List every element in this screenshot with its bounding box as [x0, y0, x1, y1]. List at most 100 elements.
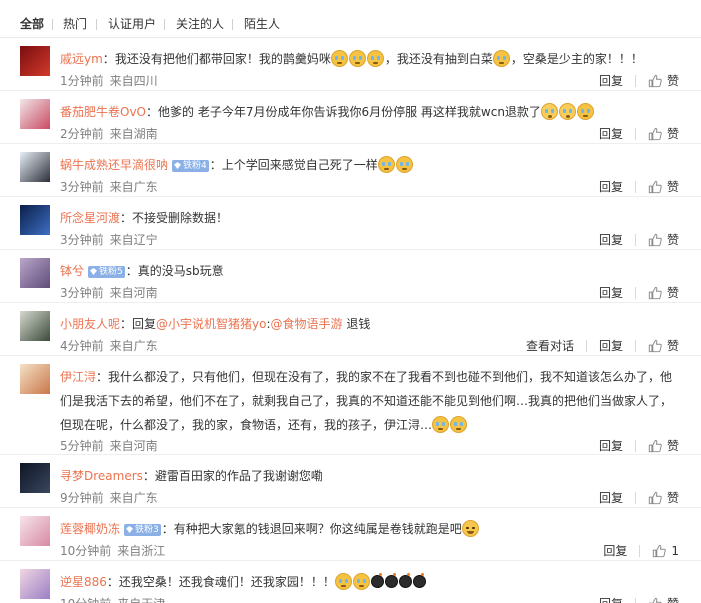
comment-time: 9分钟前	[60, 491, 104, 505]
mention-link[interactable]: @食物语手游	[271, 317, 343, 331]
reply-button[interactable]: 回复	[599, 178, 623, 195]
comment-body: 钵兮 铁粉5 ：真的没马sb玩意	[60, 259, 677, 283]
user-avatar[interactable]	[20, 258, 50, 288]
cry-emoji	[377, 156, 395, 173]
view-conversation-link[interactable]: 查看对话	[526, 337, 574, 354]
reply-button[interactable]: 回复	[599, 437, 623, 454]
like-button[interactable]: 赞	[648, 437, 679, 454]
reply-button[interactable]: 回复	[599, 337, 623, 354]
reply-button[interactable]: 回复	[599, 231, 623, 248]
cry-emoji	[352, 573, 370, 590]
comment-location: 来自河南	[109, 439, 158, 453]
reply-button[interactable]: 回复	[599, 72, 623, 89]
comment-item: 所念星河渡：不接受删除数据！ 3分钟前 来自辽宁 回复赞	[0, 197, 701, 250]
fan-badge[interactable]: 铁粉4	[172, 160, 209, 172]
user-avatar[interactable]	[20, 99, 50, 129]
comment-username[interactable]: 伊江浔	[60, 370, 96, 384]
reply-button[interactable]: 回复	[599, 489, 623, 506]
comment-username[interactable]: 所念星河渡	[60, 211, 120, 225]
comment-meta: 3分钟前 来自辽宁	[60, 231, 158, 248]
like-button[interactable]: 赞	[648, 489, 679, 506]
action-divider	[634, 286, 636, 299]
user-avatar[interactable]	[20, 46, 50, 76]
action-divider	[634, 439, 636, 452]
fan-badge[interactable]: 铁粉3	[124, 524, 161, 536]
tab-hot[interactable]: 热门	[63, 17, 87, 31]
comment-username[interactable]: 钵兮	[60, 264, 84, 278]
comment-username[interactable]: 戚远ym	[60, 52, 103, 66]
reply-button[interactable]: 回复	[599, 595, 623, 603]
cry-emoji	[450, 416, 468, 433]
comment-body: 所念星河渡：不接受删除数据！	[60, 206, 677, 230]
comment-body: 蜗牛成熟还早滴很呐 铁粉4 ：上个学回来感觉自己死了一样	[60, 153, 677, 177]
comment-actions: 回复 1	[603, 542, 679, 559]
cry-emoji	[366, 50, 384, 67]
cry-emoji	[432, 416, 450, 433]
comment-location: 来自辽宁	[109, 233, 158, 247]
shock-emoji	[558, 103, 576, 120]
bomb-emoji	[370, 573, 384, 588]
user-avatar[interactable]	[20, 364, 50, 394]
comment-text: ，空桑是少主的家！！！	[510, 52, 643, 66]
comment-text: 退钱	[342, 317, 371, 331]
reply-prefix: 回复	[132, 317, 157, 331]
reply-button[interactable]: 回复	[603, 542, 627, 559]
comment-meta: 4分钟前 来自广东	[60, 337, 158, 354]
comment-username[interactable]: 逆星886	[60, 575, 107, 589]
comment-time: 2分钟前	[60, 127, 104, 141]
like-button[interactable]: 赞	[648, 337, 679, 354]
tab-all[interactable]: 全部	[20, 17, 44, 31]
like-button[interactable]: 1	[652, 544, 679, 558]
user-avatar[interactable]	[20, 311, 50, 341]
user-avatar[interactable]	[20, 152, 50, 182]
shock-emoji	[540, 103, 558, 120]
comment-item: 钵兮 铁粉5 ：真的没马sb玩意 3分钟前 来自河南 回复赞	[0, 250, 701, 303]
fan-badge[interactable]: 铁粉5	[88, 266, 125, 278]
comment-body: 番茄肥牛卷OvO：他爹的 老子今年7月份成年你告诉我你6月份停服 再这样我就wc…	[60, 100, 677, 124]
like-button[interactable]: 赞	[648, 595, 679, 603]
comment-time: 3分钟前	[60, 233, 104, 247]
comment-time: 4分钟前	[60, 339, 104, 353]
comment-time: 3分钟前	[60, 286, 104, 300]
comment-item: 蜗牛成熟还早滴很呐 铁粉4 ：上个学回来感觉自己死了一样 3分钟前 来自广东 回复赞	[0, 144, 701, 197]
comment-body: 莲蓉椰奶冻 铁粉3 ：有种把大家氪的钱退回来啊？你这纯属是卷钱就跑是吧	[60, 517, 677, 541]
tab-divider	[52, 19, 53, 30]
like-button[interactable]: 赞	[648, 231, 679, 248]
comment-location: 来自广东	[109, 491, 158, 505]
comment-actions: 回复 赞	[599, 72, 679, 89]
like-button[interactable]: 赞	[648, 72, 679, 89]
user-avatar[interactable]	[20, 516, 50, 546]
comment-actions: 回复 赞	[599, 284, 679, 301]
comment-username[interactable]: 寻梦Dreamers	[60, 469, 143, 483]
cry-emoji	[576, 103, 594, 120]
comment-text: 上个学回来感觉自己死了一样	[221, 158, 378, 172]
reply-button[interactable]: 回复	[599, 284, 623, 301]
comment-actions: 回复 赞	[599, 125, 679, 142]
action-divider	[634, 180, 636, 193]
like-button[interactable]: 赞	[648, 125, 679, 142]
comment-location: 来自四川	[109, 74, 158, 88]
comment-text: 真的没马sb玩意	[137, 264, 224, 278]
reply-button[interactable]: 回复	[599, 125, 623, 142]
user-avatar[interactable]	[20, 569, 50, 599]
user-avatar[interactable]	[20, 463, 50, 493]
comment-time: 5分钟前	[60, 439, 104, 453]
cry-emoji	[395, 156, 413, 173]
thumbs-up-icon	[648, 439, 662, 452]
action-divider	[634, 233, 636, 246]
like-button[interactable]: 赞	[648, 178, 679, 195]
tab-strangers[interactable]: 陌生人	[244, 17, 280, 31]
comment-username[interactable]: 小朋友人呢	[60, 317, 120, 331]
thumbs-up-icon	[648, 339, 662, 352]
comment-text: 我还没有把他们都带回家！我的鹊羹妈咪	[114, 52, 331, 66]
comment-username[interactable]: 蜗牛成熟还早滴很呐	[60, 158, 168, 172]
mention-link[interactable]: @小宇说机智猪猪yo	[156, 317, 266, 331]
thumbs-up-icon	[648, 74, 662, 87]
tab-following[interactable]: 关注的人	[176, 17, 224, 31]
like-button[interactable]: 赞	[648, 284, 679, 301]
comment-actions: 查看对话 回复 赞	[526, 337, 679, 354]
comment-username[interactable]: 番茄肥牛卷OvO	[60, 105, 146, 119]
tab-verified-users[interactable]: 认证用户	[108, 17, 156, 31]
comment-username[interactable]: 莲蓉椰奶冻	[60, 522, 120, 536]
user-avatar[interactable]	[20, 205, 50, 235]
